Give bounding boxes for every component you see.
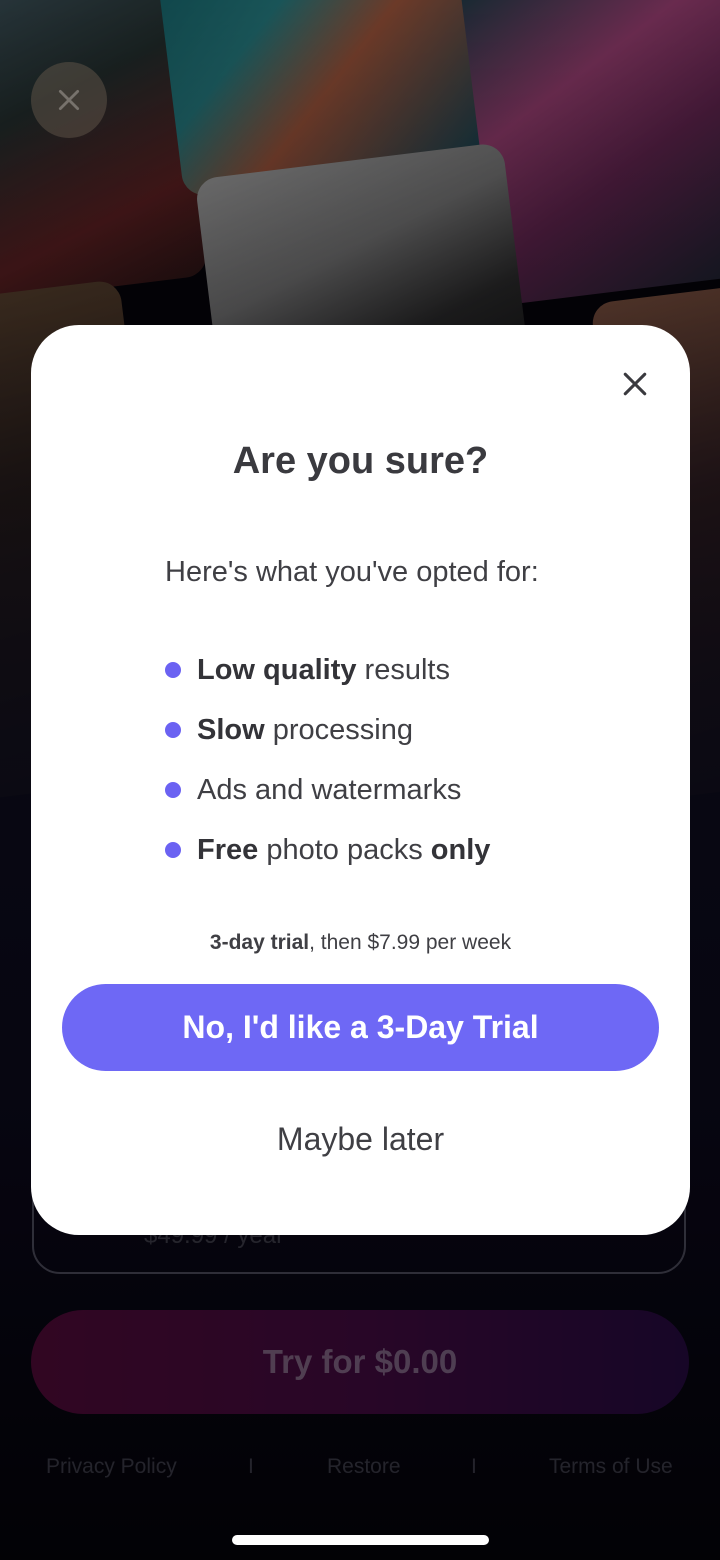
list-item: Slow processing [165, 710, 645, 770]
confirmation-dialog: Are you sure? Here's what you've opted f… [31, 325, 690, 1235]
dialog-intro-text: Here's what you've opted for: [165, 556, 539, 588]
trial-note-bold: 3-day trial [209, 931, 310, 954]
bullet-icon [165, 722, 181, 738]
maybe-later-button[interactable]: Maybe later [31, 1121, 690, 1158]
bullet-icon [165, 842, 181, 858]
feature-text: processing [264, 714, 413, 746]
trial-note-text: , then $7.99 per week [309, 931, 512, 954]
home-indicator[interactable] [232, 1535, 489, 1545]
feature-text: results [356, 654, 450, 686]
trial-price-note: 3-day trial, then $7.99 per week [31, 931, 690, 955]
feature-bold: Free [197, 834, 259, 866]
close-icon [623, 372, 647, 396]
bullet-icon [165, 782, 181, 798]
list-item: Ads and watermarks [165, 770, 645, 830]
list-item: Low quality results [165, 650, 645, 710]
feature-list: Low quality results Slow processing Ads … [165, 650, 645, 890]
dialog-close-button[interactable] [617, 366, 653, 402]
feature-bold: Slow [197, 714, 265, 746]
feature-bold: Low quality [197, 654, 357, 686]
bullet-icon [165, 662, 181, 678]
start-trial-button[interactable]: No, I'd like a 3-Day Trial [62, 984, 659, 1071]
dialog-title: Are you sure? [232, 440, 489, 482]
feature-text: Ads and watermarks [197, 774, 462, 806]
feature-bold: only [430, 834, 491, 866]
list-item: Free photo packs only [165, 830, 645, 890]
feature-text: photo packs [258, 834, 431, 866]
